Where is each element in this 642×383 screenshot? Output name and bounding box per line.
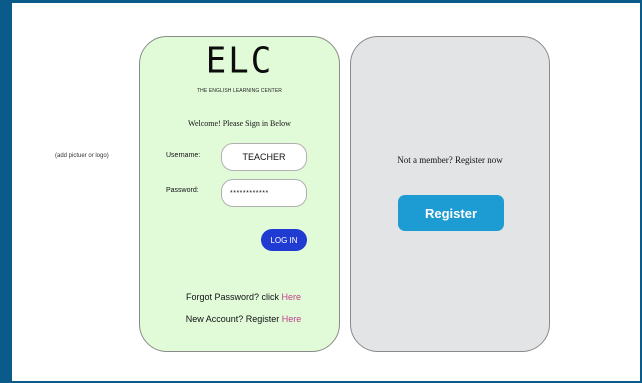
forgot-password-text: Forgot Password? click	[185, 292, 282, 302]
new-account-link[interactable]: Here	[282, 314, 302, 324]
forgot-password-link[interactable]: Here	[282, 292, 302, 302]
username-input[interactable]	[221, 143, 307, 171]
window-frame-left	[0, 0, 12, 383]
elc-logo: ELC	[205, 40, 274, 82]
welcome-heading: Welcome! Please Sign in Below	[188, 119, 291, 128]
login-card: ELC THE ENGLISH LEARNING CENTER Welcome!…	[139, 36, 340, 352]
password-input[interactable]	[221, 179, 307, 207]
new-account-line: New Account? Register Here	[144, 314, 343, 324]
logo-placeholder-note: (add pictuer or logo)	[55, 153, 109, 159]
window-frame-top	[0, 0, 642, 3]
register-button[interactable]: Register	[398, 195, 504, 231]
password-label: Password:	[166, 187, 199, 194]
forgot-password-line: Forgot Password? click Here	[144, 292, 343, 302]
register-card: Not a member? Register now Register	[350, 36, 550, 352]
login-button[interactable]: LOG IN	[261, 229, 307, 251]
new-account-text: New Account? Register	[185, 314, 282, 324]
username-label: Username:	[166, 152, 201, 159]
register-prompt: Not a member? Register now	[397, 155, 503, 165]
logo-subtitle: THE ENGLISH LEARNING CENTER	[197, 88, 282, 94]
